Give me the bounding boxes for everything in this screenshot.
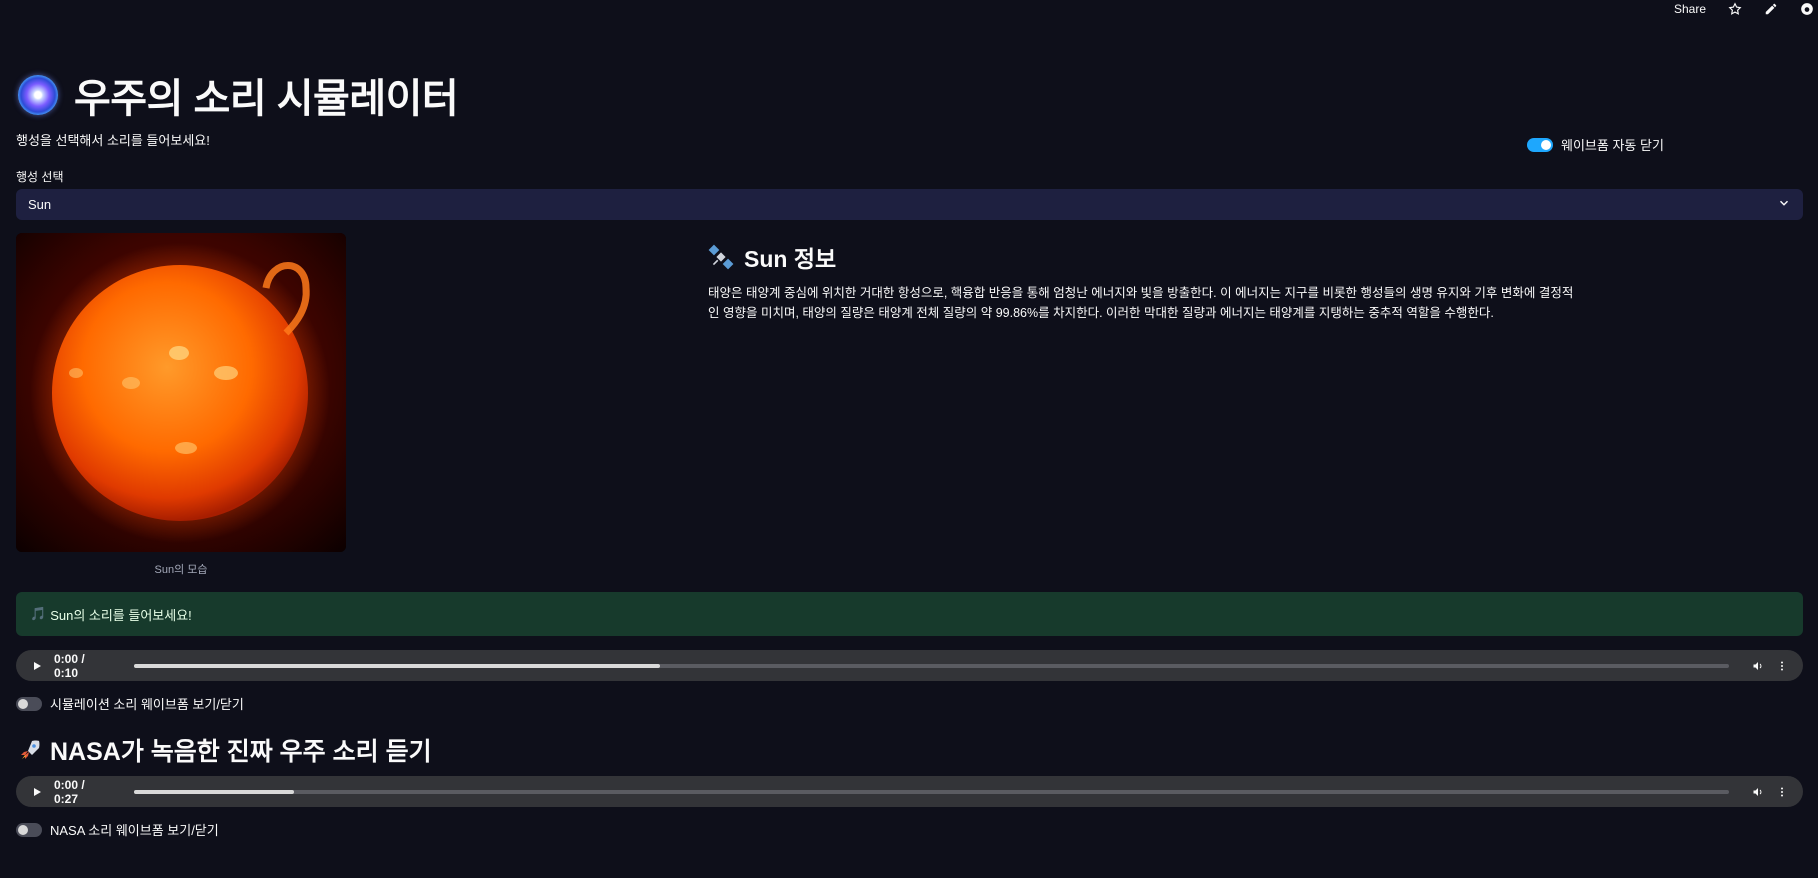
info-title-text: Sun 정보 [744,246,837,272]
audio-time: 0:00 / 0:27 [54,777,85,806]
waveform-auto-close-toggle[interactable]: 웨이브폼 자동 닫기 [1527,135,1664,154]
nasa-waveform-toggle[interactable]: NASA 소리 웨이브폼 보기/닫기 [16,820,219,839]
top-toolbar: Share [1674,0,1818,18]
more-options-icon[interactable] [1775,660,1789,672]
nasa-section-title-text: NASA가 녹음한 진짜 우주 소리 듣기 [50,738,432,766]
planet-select-label: 행성 선택 [16,170,64,184]
edit-pencil-icon[interactable] [1764,2,1778,16]
audio-progress-bar[interactable] [134,663,1729,668]
sun-image [16,233,346,552]
play-icon[interactable] [30,660,44,672]
play-icon[interactable] [30,786,44,798]
music-note-icon: 🎵 [30,606,47,621]
simulation-audio-player[interactable]: 0:00 / 0:10 [16,650,1803,681]
info-title: Sun 정보 [708,240,836,274]
waveform-auto-close-label: 웨이브폼 자동 닫기 [1561,138,1664,153]
share-button[interactable]: Share [1674,2,1706,16]
star-icon[interactable] [1728,2,1742,16]
nasa-waveform-toggle-label: NASA 소리 웨이브폼 보기/닫기 [50,823,219,838]
page-subtitle: 행성을 선택해서 소리를 들어보세요! [16,133,210,148]
galaxy-icon [18,75,58,115]
github-icon[interactable] [1800,2,1814,16]
audio-progress-fill [134,663,661,668]
nasa-section-title: NASA가 녹음한 진짜 우주 소리 듣기 [18,732,432,768]
planet-select-value: Sun [28,197,52,212]
toggle-switch[interactable] [16,822,42,837]
nasa-audio-player[interactable]: 0:00 / 0:27 [16,776,1803,807]
planet-select[interactable]: Sun [16,189,1803,220]
image-caption: Sun의 모습 [154,564,208,576]
page-title: 우주의 소리 시뮬레이터 [18,66,459,124]
volume-icon[interactable] [1751,660,1765,672]
info-description: 태양은 태양계 중심에 위치한 거대한 항성으로, 핵융합 반응을 통해 엄청난… [708,286,1574,320]
simulation-waveform-toggle[interactable]: 시뮬레이션 소리 웨이브폼 보기/닫기 [16,694,244,713]
toggle-switch[interactable] [16,696,42,711]
rocket-icon [21,740,40,759]
toggle-switch[interactable] [1527,137,1553,152]
volume-icon[interactable] [1751,786,1765,798]
chevron-down-icon[interactable] [1777,196,1791,213]
page-title-text: 우주의 소리 시뮬레이터 [74,77,459,121]
audio-progress-bar[interactable] [134,789,1729,794]
success-message-text: Sun의 소리를 들어보세요! [50,607,192,623]
audio-time: 0:00 / 0:10 [54,651,85,680]
audio-progress-fill [134,789,294,794]
more-options-icon[interactable] [1775,786,1789,798]
simulation-waveform-toggle-label: 시뮬레이션 소리 웨이브폼 보기/닫기 [50,697,244,712]
satellite-icon [708,244,734,270]
success-message: 🎵 Sun의 소리를 들어보세요! [16,592,1803,636]
